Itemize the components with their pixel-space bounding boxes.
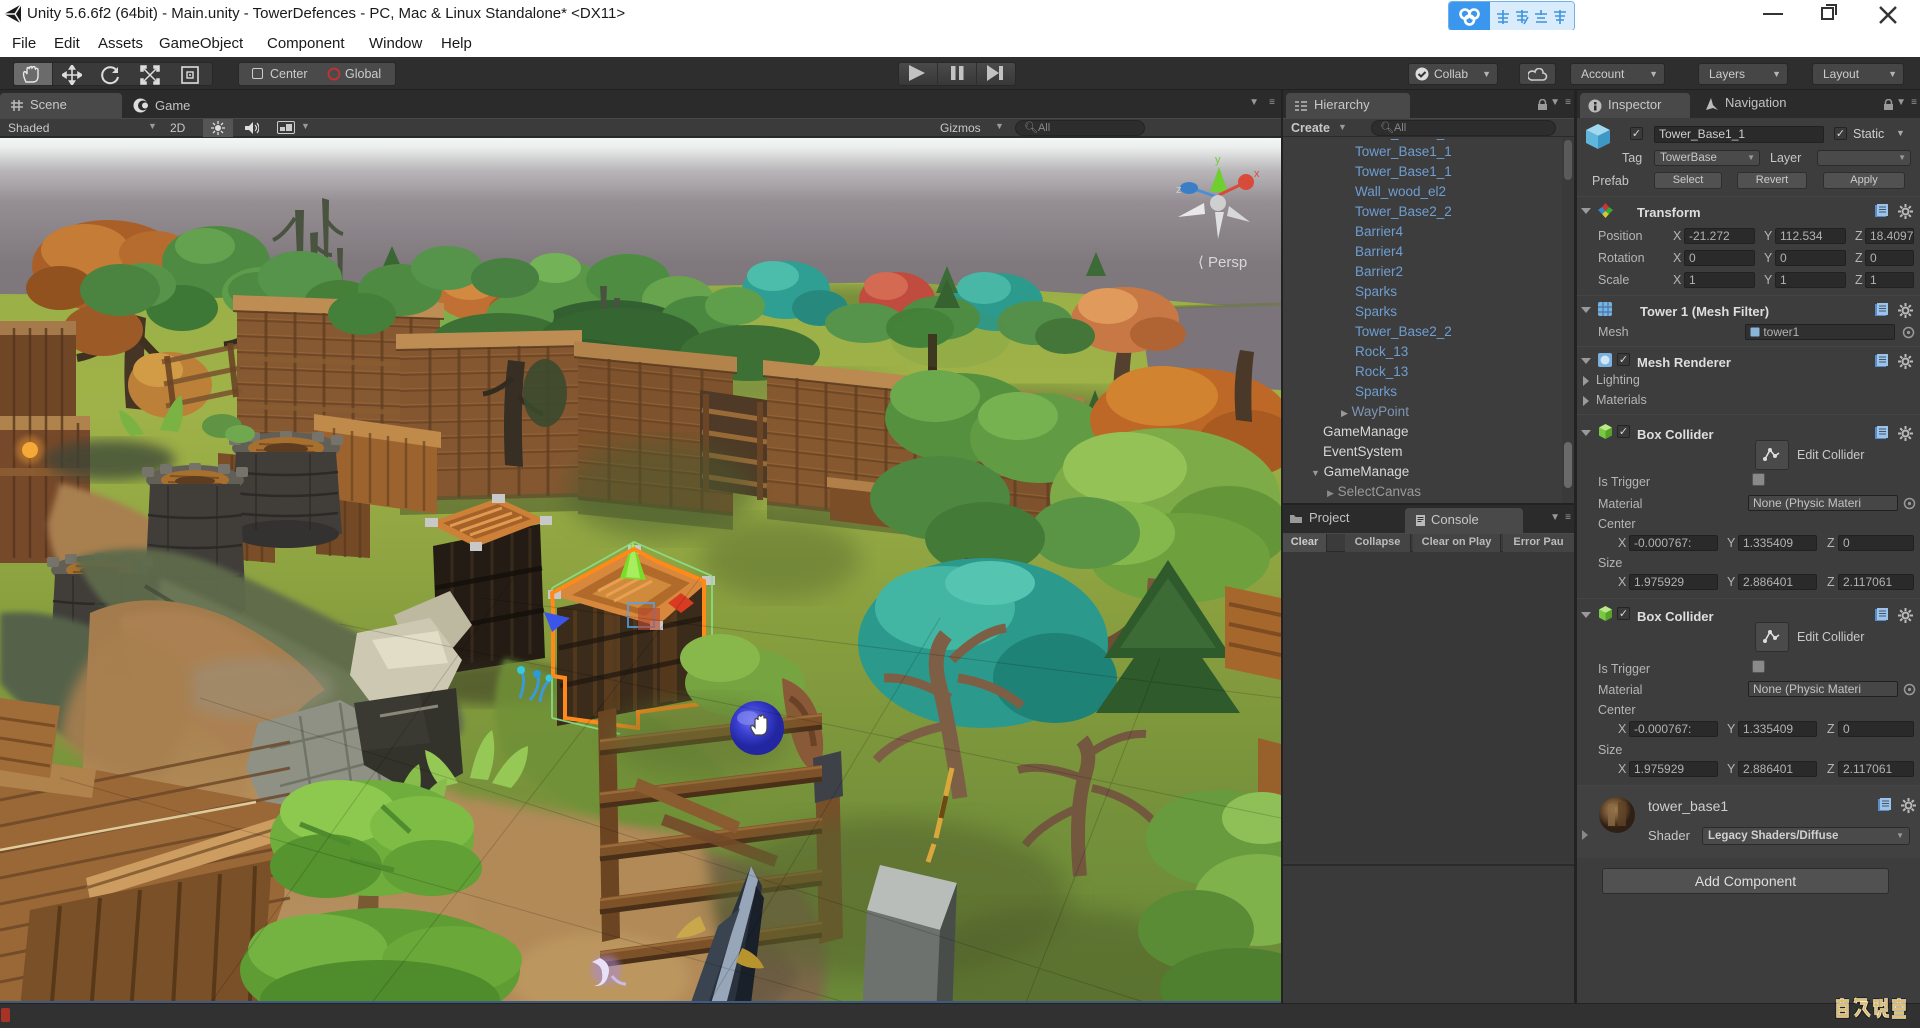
svg-text:z: z <box>1176 184 1182 196</box>
svg-text:⟨ Persp: ⟨ Persp <box>1198 254 1247 271</box>
svg-text:y: y <box>1215 154 1221 166</box>
svg-text:x: x <box>1254 168 1260 180</box>
